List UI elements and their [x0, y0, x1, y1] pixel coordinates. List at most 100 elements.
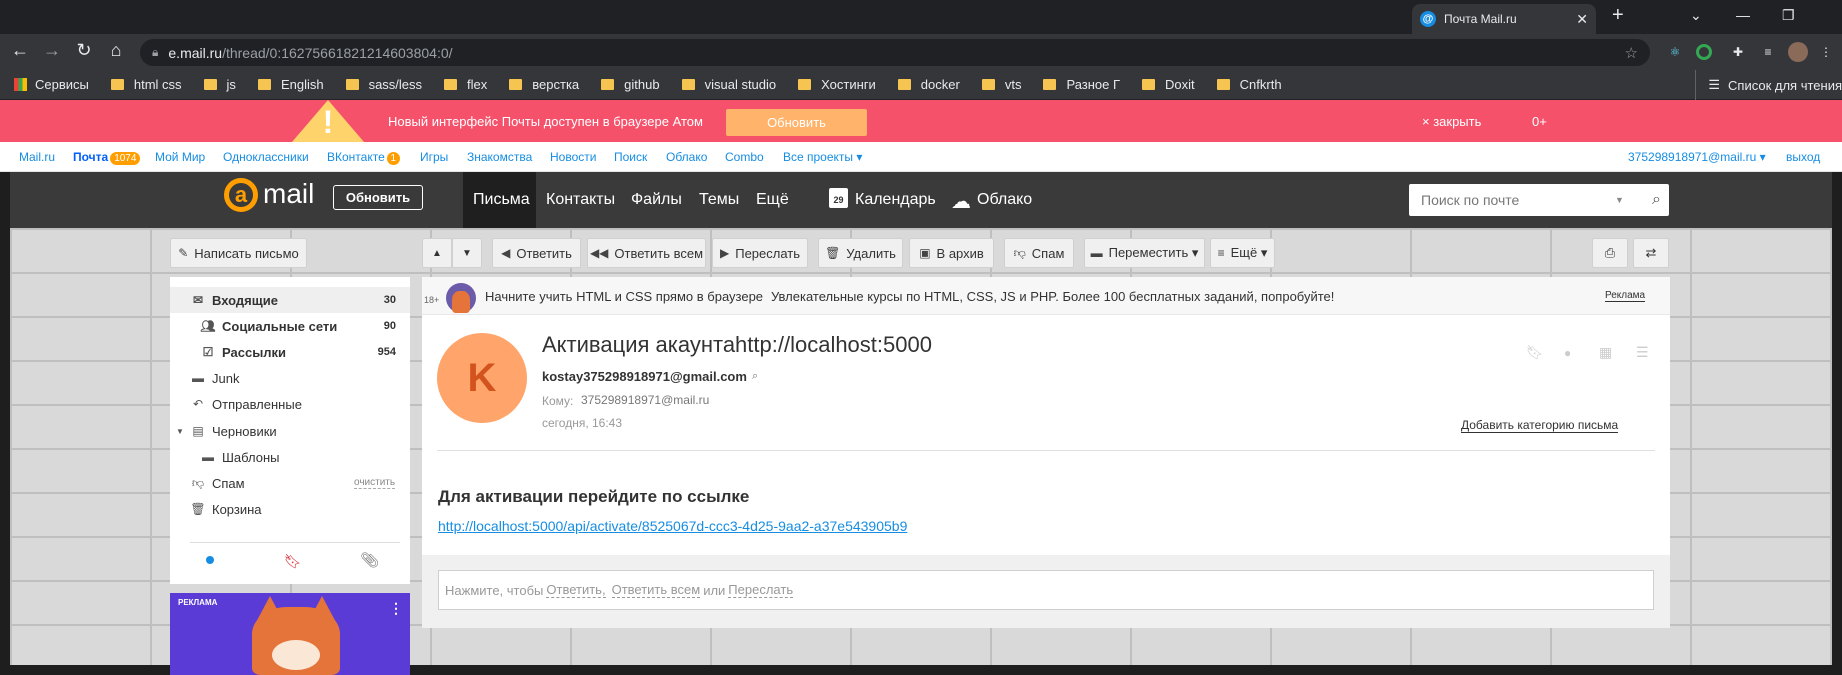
bookmark-folder[interactable]: vts	[981, 77, 1021, 92]
sender-email[interactable]: kostay375298918971@gmail.com	[542, 369, 747, 384]
new-tab-icon[interactable]: +	[1612, 4, 1624, 27]
header-update-button[interactable]: Обновить	[333, 185, 423, 210]
mail-logo[interactable]: mail	[263, 178, 314, 210]
portal-link-ok[interactable]: Одноклассники	[223, 150, 309, 164]
bookmark-star-icon[interactable]: ☆	[1625, 44, 1638, 62]
restore-icon[interactable]: ❐	[1782, 7, 1795, 24]
folder-newsletters[interactable]: ☑ Рассылки 954	[170, 339, 410, 365]
portal-link-vk[interactable]: ВКонтакте 1	[327, 150, 400, 165]
portal-link-combo[interactable]: Combo	[725, 150, 764, 164]
back-icon[interactable]: ←	[8, 40, 32, 61]
folder-sent[interactable]: ↶ Отправленные	[170, 391, 410, 417]
bookmark-folder[interactable]: docker	[897, 77, 960, 92]
portal-link-news[interactable]: Новости	[550, 150, 596, 164]
quick-reply-box[interactable]: Нажмите, чтобы Ответить, Ответить всем и…	[438, 570, 1654, 610]
extensions-puzzle-icon[interactable]: ✚	[1728, 42, 1748, 62]
tab-search-icon[interactable]: ⌄	[1690, 7, 1702, 24]
reply-all-button[interactable]: ◀◀ Ответить всем	[587, 238, 706, 268]
next-message-button[interactable]: ▼	[452, 238, 482, 268]
activation-link[interactable]: http://localhost:5000/api/activate/85250…	[438, 518, 907, 534]
ad-mark[interactable]: Реклама	[1605, 290, 1646, 302]
portal-link-cloud[interactable]: Облако	[666, 150, 707, 164]
bookmark-folder[interactable]: github	[601, 77, 660, 92]
portal-link-moimir[interactable]: Мой Мир	[155, 150, 205, 164]
search-box[interactable]: ▼ ⌕	[1409, 184, 1669, 216]
logout-link[interactable]: выход	[1786, 150, 1820, 164]
tab-close-icon[interactable]: ✕	[1576, 11, 1588, 28]
bookmark-folder[interactable]: html css	[110, 77, 182, 92]
move-button[interactable]: ▬ Переместить ▾	[1084, 238, 1205, 268]
profile-avatar[interactable]	[1788, 42, 1808, 62]
bookmark-services[interactable]: Сервисы	[14, 77, 89, 92]
bookmark-folder[interactable]: flex	[444, 77, 487, 92]
nav-letters[interactable]: Письма	[473, 191, 530, 209]
extension-ring-icon[interactable]	[1696, 44, 1712, 60]
bookmark-folder[interactable]: верстка	[509, 77, 579, 92]
switch-view-button[interactable]: ⇄	[1633, 238, 1669, 268]
bookmark-folder[interactable]: visual studio	[681, 77, 776, 92]
nav-more[interactable]: Ещё	[756, 191, 789, 209]
portal-link-search[interactable]: Поиск	[614, 150, 647, 164]
unread-filter-icon[interactable]	[206, 556, 214, 564]
search-icon[interactable]: ⌕	[1652, 191, 1661, 209]
bookmark-folder[interactable]: Doxit	[1142, 77, 1195, 92]
reload-icon[interactable]: ↻	[72, 40, 96, 61]
print-button[interactable]: ⎙	[1592, 238, 1628, 268]
more-actions-button[interactable]: ≡ Ещё ▾	[1210, 238, 1275, 268]
ad-text[interactable]: Начните учить HTML и CSS прямо в браузер…	[485, 289, 1334, 304]
sender-search-icon[interactable]: ⌕	[752, 370, 758, 383]
portal-link-mailru[interactable]: Mail.ru	[19, 150, 55, 164]
nav-themes[interactable]: Темы	[699, 191, 739, 209]
spam-button[interactable]: 👎︎ Спам	[1004, 238, 1074, 268]
bookmark-folder[interactable]: js	[203, 77, 236, 92]
folder-social[interactable]: 👥︎ Социальные сети 90	[170, 313, 410, 339]
nav-contacts[interactable]: Контакты	[546, 191, 615, 209]
nav-calendar[interactable]: Календарь	[855, 191, 936, 209]
media-control-icon[interactable]: ≡	[1758, 42, 1778, 62]
bookmark-folder[interactable]: sass/less	[345, 77, 422, 92]
home-icon[interactable]: ⌂	[104, 40, 128, 61]
promo-update-button[interactable]: Обновить	[726, 109, 867, 136]
forward-button[interactable]: ▶ Переслать	[712, 238, 808, 268]
prev-message-button[interactable]: ▲	[422, 238, 452, 268]
bookmark-folder[interactable]: Cnfkrth	[1216, 77, 1282, 92]
browser-tab[interactable]: @ Почта Mail.ru ✕	[1412, 4, 1596, 34]
clean-spam-link[interactable]: очистить	[354, 477, 396, 489]
bookmark-folder[interactable]: Разное Г	[1043, 77, 1120, 92]
bookmark-folder[interactable]: Хостинги	[798, 77, 876, 92]
portal-link-dating[interactable]: Знакомства	[467, 150, 532, 164]
recipient-email[interactable]: 375298918971@mail.ru	[581, 393, 709, 407]
message-menu-icon[interactable]: ☰	[1636, 344, 1649, 361]
portal-link-all-projects[interactable]: Все проекты ▾	[783, 150, 862, 164]
react-devtools-icon[interactable]: ⚛	[1665, 42, 1685, 62]
folder-drafts[interactable]: ▤ Черновики	[170, 418, 410, 444]
flag-filter-icon[interactable]: 🔖︎	[284, 553, 302, 570]
address-bar[interactable]: 🔒︎ e.mail.ru/thread/0:162756618212146038…	[140, 39, 1650, 66]
nav-files[interactable]: Файлы	[631, 191, 682, 209]
calendar-add-icon[interactable]: ▦	[1599, 344, 1612, 361]
folder-inbox[interactable]: ✉ Входящие 30	[170, 287, 410, 313]
folder-templates[interactable]: ▬ Шаблоны	[170, 444, 410, 470]
bookmark-folder[interactable]: English	[257, 77, 324, 92]
quick-forward-link[interactable]: Переслать	[728, 582, 794, 598]
archive-button[interactable]: ▣ В архив	[909, 238, 994, 268]
compose-button[interactable]: ✎ Написать письмо	[170, 238, 307, 268]
mail-logo-at-icon[interactable]: a	[224, 178, 258, 212]
delete-button[interactable]: 🗑︎ Удалить	[818, 238, 903, 268]
add-category-link[interactable]: Добавить категорию письма	[1461, 418, 1619, 433]
portal-link-mail[interactable]: Почта 1074	[73, 150, 141, 165]
forward-icon[interactable]: →	[40, 40, 64, 61]
attachment-filter-icon[interactable]: 📎︎	[360, 551, 379, 569]
nav-cloud[interactable]: Облако	[977, 191, 1032, 209]
reading-list[interactable]: ☰ Список для чтения	[1695, 70, 1842, 100]
folder-trash[interactable]: 🗑︎ Корзина	[170, 496, 410, 522]
minimize-icon[interactable]: —	[1736, 7, 1750, 23]
bookmark-icon[interactable]: 🔖︎	[1526, 344, 1544, 361]
chrome-menu-icon[interactable]: ⋮	[1816, 42, 1836, 62]
reply-button[interactable]: ◀ Ответить	[492, 238, 581, 268]
promo-close-button[interactable]: × закрыть	[1422, 114, 1481, 129]
search-input[interactable]	[1421, 192, 1621, 208]
read-status-icon[interactable]: ●	[1564, 346, 1571, 360]
quick-reply-link[interactable]: Ответить,	[546, 582, 606, 598]
account-menu[interactable]: 375298918971@mail.ru ▾	[1628, 150, 1766, 164]
